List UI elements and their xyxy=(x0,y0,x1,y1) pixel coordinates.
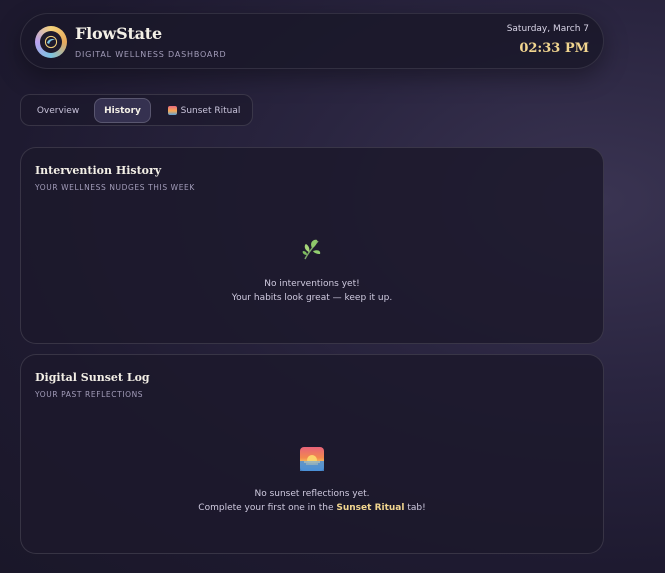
card-subtitle: YOUR PAST REFLECTIONS xyxy=(35,390,144,399)
tab-history-label: History xyxy=(104,105,141,116)
card-title: Digital Sunset Log xyxy=(35,371,150,384)
current-date: Saturday, March 7 xyxy=(506,24,589,34)
tab-overview[interactable]: Overview xyxy=(26,98,90,123)
app-subtitle: DIGITAL WELLNESS DASHBOARD xyxy=(75,50,227,59)
tab-sunset-ritual[interactable]: Sunset Ritual xyxy=(159,98,249,123)
sunset-ritual-link[interactable]: Sunset Ritual xyxy=(336,503,404,513)
app-title: FlowState xyxy=(75,24,162,43)
intervention-history-card: Intervention History YOUR WELLNESS NUDGE… xyxy=(20,147,604,344)
empty-state-line2-prefix: Complete your first one in the xyxy=(198,503,337,513)
digital-sunset-log-card: Digital Sunset Log YOUR PAST REFLECTIONS… xyxy=(20,354,604,554)
empty-state-line2: Complete your first one in the Sunset Ri… xyxy=(21,503,603,513)
sunset-icon xyxy=(300,447,324,471)
flow-logo-icon xyxy=(35,26,67,58)
leaf-icon xyxy=(299,236,325,262)
tab-bar: Overview History Sunset Ritual xyxy=(20,94,253,126)
card-subtitle: YOUR WELLNESS NUDGES THIS WEEK xyxy=(35,183,195,192)
sunset-icon xyxy=(167,106,177,115)
current-time: 02:33 PM xyxy=(519,41,589,56)
empty-state-line2: Your habits look great — keep it up. xyxy=(231,293,393,303)
card-title: Intervention History xyxy=(35,164,162,177)
empty-state-line1: No sunset reflections yet. xyxy=(254,489,370,499)
empty-state-line1: No interventions yet! xyxy=(264,279,360,289)
tab-overview-label: Overview xyxy=(36,105,80,116)
empty-state-line2-suffix: tab! xyxy=(404,503,426,513)
tab-sunset-label: Sunset Ritual xyxy=(180,105,241,116)
tab-history[interactable]: History xyxy=(94,98,151,123)
app-header: FlowState DIGITAL WELLNESS DASHBOARD Sat… xyxy=(20,13,604,69)
